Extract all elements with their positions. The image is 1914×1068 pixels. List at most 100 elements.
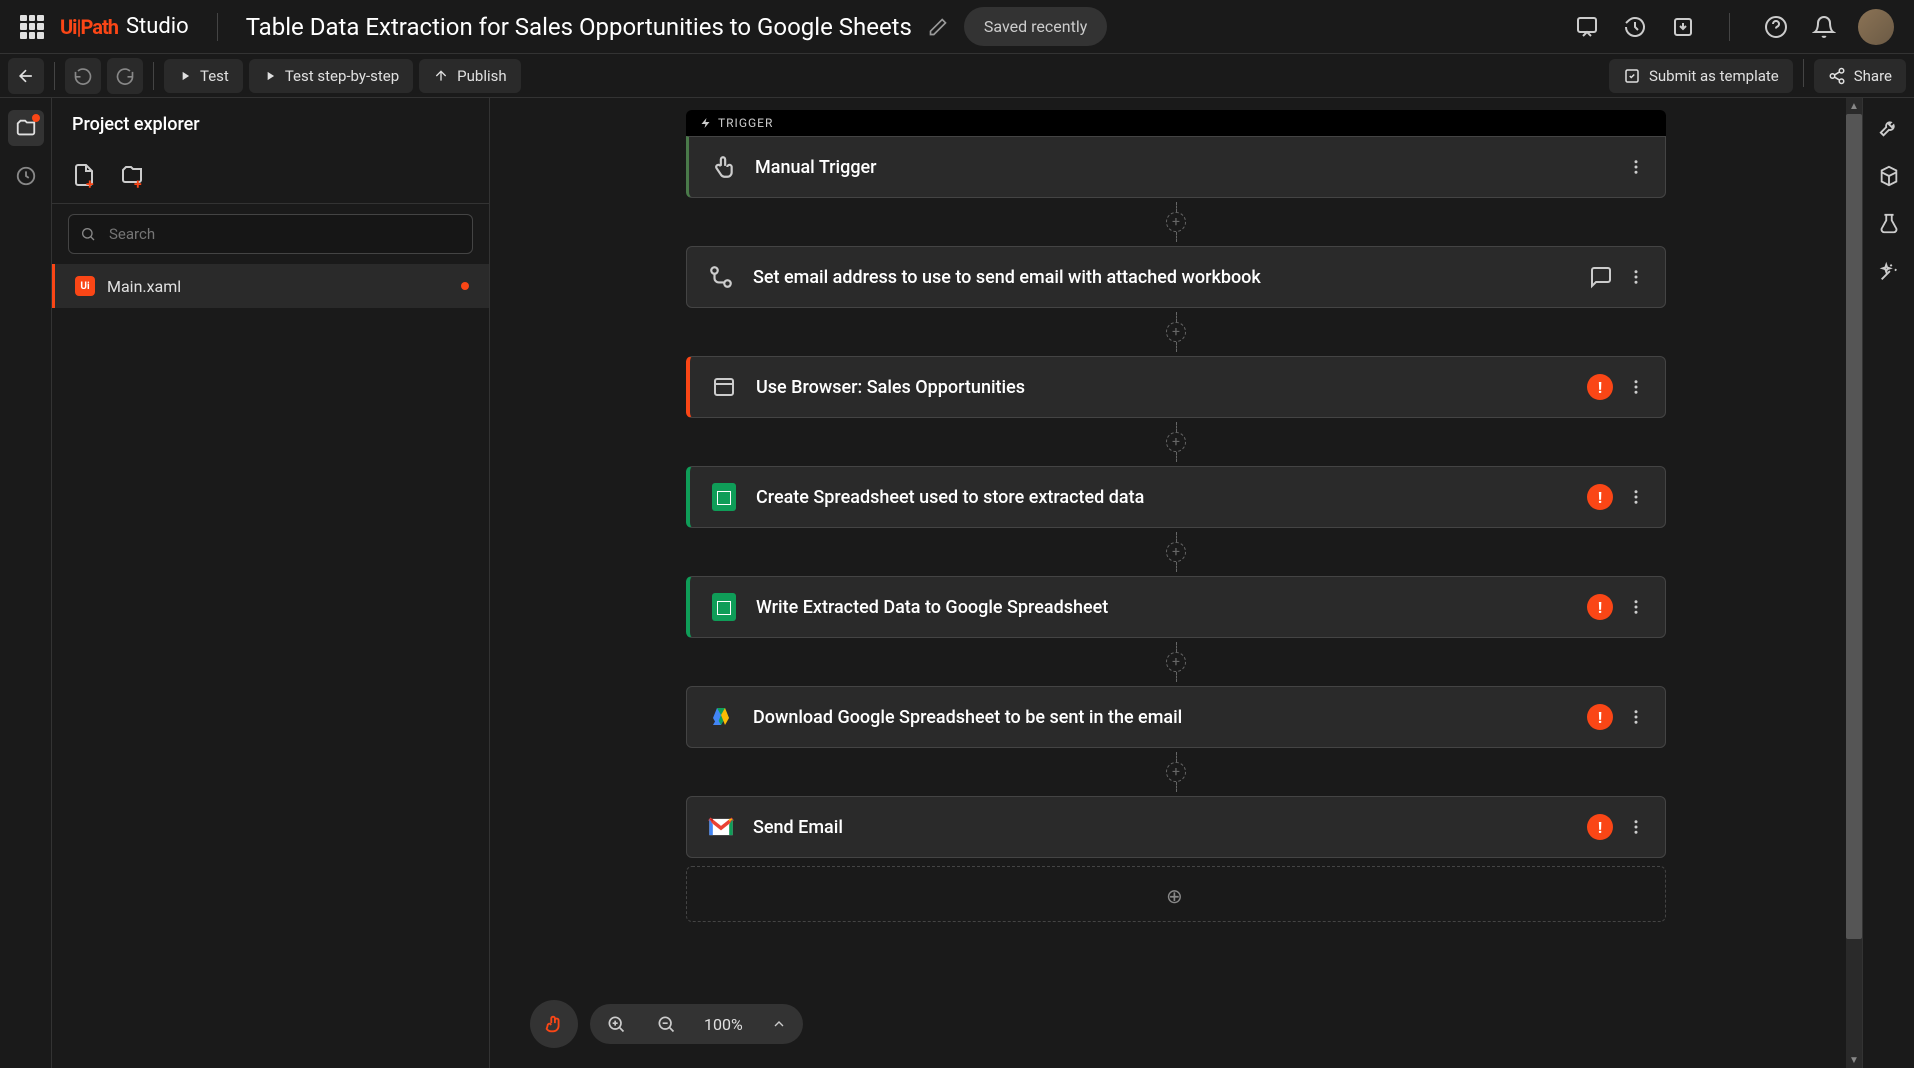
product-name: Studio <box>126 14 189 39</box>
activity-create-spreadsheet[interactable]: Create Spreadsheet used to store extract… <box>686 466 1666 528</box>
xaml-file-icon: Ui <box>75 276 95 296</box>
connector: + <box>1166 532 1186 572</box>
new-file-button[interactable]: + <box>68 159 100 191</box>
test-step-label: Test step-by-step <box>285 67 399 85</box>
separator <box>54 62 55 90</box>
activity-title: Write Extracted Data to Google Spreadshe… <box>756 597 1569 618</box>
user-avatar[interactable] <box>1858 9 1894 45</box>
warning-icon[interactable]: ! <box>1587 484 1613 510</box>
submit-template-button[interactable]: Submit as template <box>1609 59 1793 93</box>
activity-more-icon[interactable] <box>1627 818 1645 836</box>
separator <box>153 62 154 90</box>
warning-icon[interactable]: ! <box>1587 704 1613 730</box>
vertical-scrollbar[interactable]: ▲ ▼ <box>1846 98 1862 1068</box>
topbar: Ui|Path Studio Table Data Extraction for… <box>0 0 1914 54</box>
notifications-icon[interactable] <box>1810 13 1838 41</box>
tools-icon[interactable] <box>1875 114 1903 142</box>
activity-more-icon[interactable] <box>1627 598 1645 616</box>
activity-more-icon[interactable] <box>1627 268 1645 286</box>
left-rail <box>0 98 52 1068</box>
file-name: Main.xaml <box>107 277 449 296</box>
hand-tap-icon <box>709 153 737 181</box>
test-tube-icon[interactable] <box>1875 210 1903 238</box>
activity-title: Use Browser: Sales Opportunities <box>756 377 1569 398</box>
warning-icon[interactable]: ! <box>1587 814 1613 840</box>
pan-tool-button[interactable] <box>530 1000 578 1048</box>
trigger-section-header: TRIGGER <box>686 110 1666 136</box>
gmail-icon <box>707 813 735 841</box>
apps-menu-icon[interactable] <box>20 15 44 39</box>
scrollbar-thumb[interactable] <box>1846 114 1862 939</box>
search-wrap <box>52 204 489 264</box>
panel-tools: + + <box>52 147 489 204</box>
activity-send-email[interactable]: Send Email ! <box>686 796 1666 858</box>
project-title: Table Data Extraction for Sales Opportun… <box>246 13 912 41</box>
activity-more-icon[interactable] <box>1627 708 1645 726</box>
zoom-dropdown-button[interactable] <box>763 1016 795 1032</box>
add-activity-button[interactable]: + <box>1166 322 1186 342</box>
scrollbar-track[interactable] <box>1846 114 1862 1052</box>
project-explorer-tab[interactable] <box>8 110 44 146</box>
submit-template-label: Submit as template <box>1649 67 1779 85</box>
share-button[interactable]: Share <box>1814 59 1906 93</box>
help-icon[interactable] <box>1762 13 1790 41</box>
workflow-canvas[interactable]: TRIGGER Manual Trigger + <box>490 98 1862 1068</box>
package-icon[interactable] <box>1875 162 1903 190</box>
scroll-up-arrow[interactable]: ▲ <box>1846 98 1862 114</box>
publish-label: Publish <box>457 67 506 85</box>
redo-button[interactable] <box>107 58 143 94</box>
feedback-icon[interactable] <box>1573 13 1601 41</box>
drop-zone[interactable]: ⊕ <box>686 866 1666 922</box>
activity-more-icon[interactable] <box>1627 378 1645 396</box>
main-area: Project explorer + + Ui Main.xaml <box>0 98 1914 1068</box>
activity-more-icon[interactable] <box>1627 158 1645 176</box>
connector: + <box>1166 312 1186 352</box>
zoom-in-button[interactable] <box>598 1014 634 1034</box>
logo[interactable]: Ui|Path Studio <box>60 14 189 39</box>
topbar-right <box>1573 9 1894 45</box>
test-button[interactable]: Test <box>164 59 243 93</box>
activity-more-icon[interactable] <box>1627 488 1645 506</box>
magic-wand-icon[interactable] <box>1875 258 1903 286</box>
add-activity-button[interactable]: + <box>1166 762 1186 782</box>
connector: + <box>1166 752 1186 792</box>
window-icon <box>710 373 738 401</box>
scroll-down-arrow[interactable]: ▼ <box>1846 1052 1862 1068</box>
warning-icon[interactable]: ! <box>1587 374 1613 400</box>
add-activity-button[interactable]: + <box>1166 542 1186 562</box>
undo-button[interactable] <box>65 58 101 94</box>
activity-title: Create Spreadsheet used to store extract… <box>756 487 1569 508</box>
google-sheets-icon <box>710 593 738 621</box>
download-icon[interactable] <box>1669 13 1697 41</box>
activity-set-email[interactable]: Set email address to use to send email w… <box>686 246 1666 308</box>
project-explorer-panel: Project explorer + + Ui Main.xaml <box>52 98 490 1068</box>
modified-dot-icon <box>461 282 469 290</box>
add-activity-button[interactable]: + <box>1166 212 1186 232</box>
file-item-main[interactable]: Ui Main.xaml <box>52 264 489 308</box>
uipath-logo-icon: Ui|Path <box>60 15 118 39</box>
activity-use-browser[interactable]: Use Browser: Sales Opportunities ! <box>686 356 1666 418</box>
search-icon <box>80 226 96 242</box>
connector: + <box>1166 422 1186 462</box>
search-input[interactable] <box>68 214 473 254</box>
back-button[interactable] <box>8 58 44 94</box>
branch-icon <box>707 263 735 291</box>
activity-manual-trigger[interactable]: Manual Trigger <box>686 136 1666 198</box>
zoom-out-button[interactable] <box>648 1014 684 1034</box>
add-activity-button[interactable]: + <box>1166 652 1186 672</box>
publish-button[interactable]: Publish <box>419 59 520 93</box>
plus-icon: ⊕ <box>1166 884 1186 904</box>
activity-download-spreadsheet[interactable]: Download Google Spreadsheet to be sent i… <box>686 686 1666 748</box>
activity-write-data[interactable]: Write Extracted Data to Google Spreadshe… <box>686 576 1666 638</box>
history-icon[interactable] <box>1621 13 1649 41</box>
warning-icon[interactable]: ! <box>1587 594 1613 620</box>
new-folder-button[interactable]: + <box>116 159 148 191</box>
history-tab[interactable] <box>8 158 44 194</box>
edit-title-icon[interactable] <box>928 17 948 37</box>
comment-icon[interactable] <box>1589 265 1613 289</box>
save-status-badge: Saved recently <box>964 7 1107 46</box>
connector: + <box>1166 642 1186 682</box>
add-activity-button[interactable]: + <box>1166 432 1186 452</box>
activity-title: Send Email <box>753 817 1569 838</box>
test-step-button[interactable]: Test step-by-step <box>249 59 413 93</box>
